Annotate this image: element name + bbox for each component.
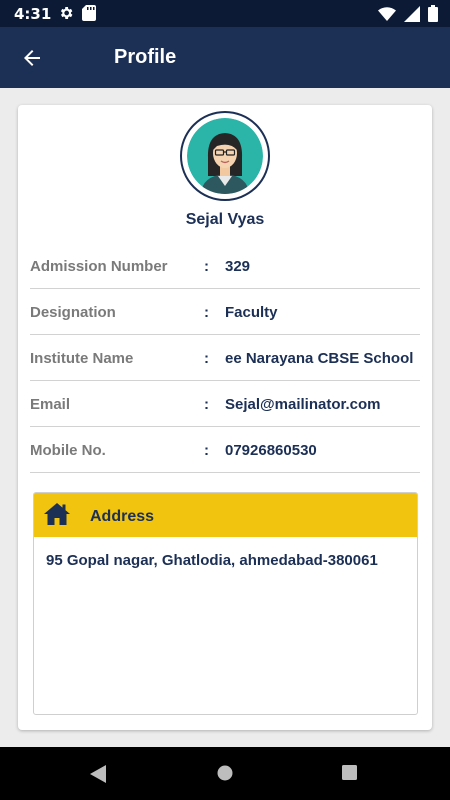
- back-button[interactable]: [20, 46, 44, 70]
- info-label: Admission Number: [30, 258, 168, 275]
- info-rows: Admission Number : 329 Designation : Fac…: [30, 243, 420, 473]
- info-separator: :: [204, 350, 209, 367]
- info-value: Faculty: [225, 304, 278, 321]
- recents-square-icon[interactable]: [342, 765, 357, 780]
- info-value: 329: [225, 258, 251, 275]
- status-right-icons: [378, 5, 438, 22]
- status-left-icons: [58, 5, 96, 21]
- info-separator: :: [204, 442, 209, 459]
- signal-icon: [404, 5, 420, 22]
- info-value: ee Narayana CBSE School: [225, 350, 414, 367]
- wifi-icon: [378, 6, 396, 21]
- info-row-designation: Designation : Faculty: [30, 289, 420, 335]
- app-bar: Profile: [0, 27, 450, 88]
- profile-card: Sejal Vyas Admission Number : 329 Design…: [18, 105, 432, 730]
- info-separator: :: [204, 304, 209, 321]
- woman-avatar-icon: [187, 118, 263, 194]
- arrow-left-icon: [24, 50, 40, 66]
- address-section: Address 95 Gopal nagar, Ghatlodia, ahmed…: [33, 492, 418, 715]
- address-header: Address: [34, 493, 417, 537]
- info-row-admission-number: Admission Number : 329: [30, 243, 420, 289]
- status-bar: 4:31: [0, 0, 450, 27]
- back-triangle-icon[interactable]: [90, 765, 106, 783]
- info-row-institute-name: Institute Name : ee Narayana CBSE School: [30, 335, 420, 381]
- home-icon: [44, 503, 70, 525]
- battery-icon: [428, 5, 438, 22]
- sd-card-icon: [82, 5, 96, 21]
- info-value: Sejal@mailinator.com: [225, 396, 381, 413]
- status-time: 4:31: [14, 5, 52, 23]
- info-value: 07926860530: [225, 442, 317, 459]
- home-circle-icon[interactable]: [217, 765, 233, 781]
- page-title: Profile: [114, 46, 177, 68]
- info-label: Mobile No.: [30, 442, 106, 459]
- info-separator: :: [204, 396, 209, 413]
- profile-name: Sejal Vyas: [185, 211, 265, 228]
- info-row-mobile-number: Mobile No. : 07926860530: [30, 427, 420, 473]
- info-label: Designation: [30, 304, 116, 321]
- address-text: 95 Gopal nagar, Ghatlodia, ahmedabad-380…: [46, 552, 378, 569]
- info-label: Email: [30, 396, 71, 413]
- system-nav-bar: [0, 747, 450, 800]
- info-separator: :: [204, 258, 209, 275]
- address-title: Address: [90, 508, 155, 525]
- avatar: [180, 111, 270, 201]
- info-row-email: Email : Sejal@mailinator.com: [30, 381, 420, 427]
- info-label: Institute Name: [30, 350, 134, 367]
- gear-icon: [60, 7, 73, 19]
